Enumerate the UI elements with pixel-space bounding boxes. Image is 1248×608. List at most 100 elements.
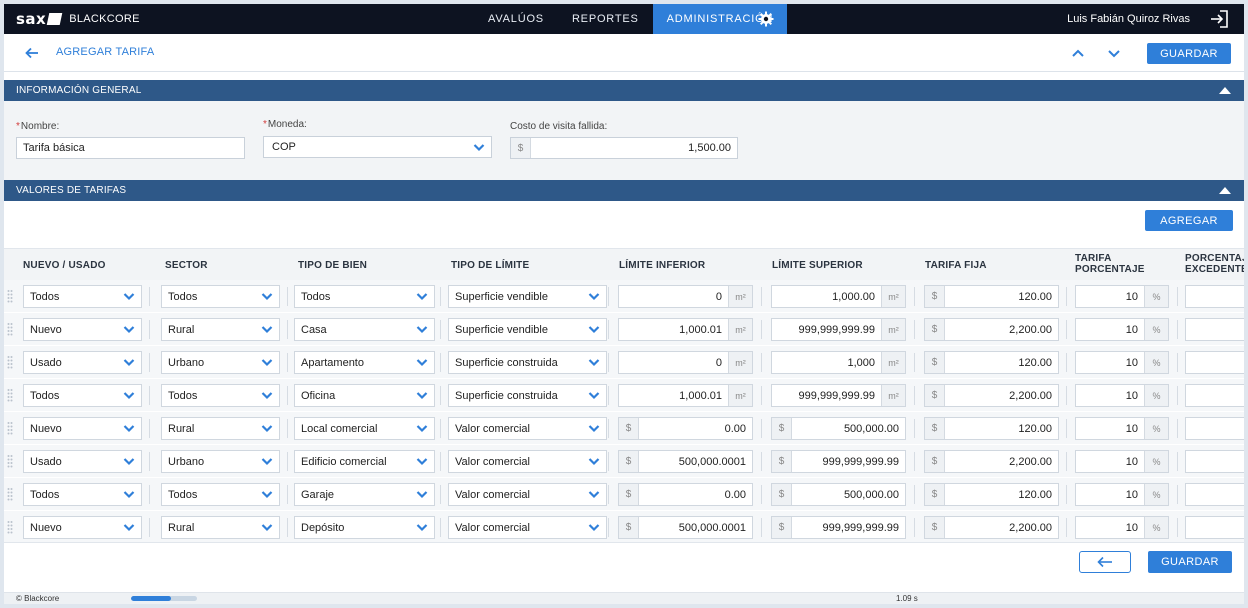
- chevron-down-icon[interactable]: [1106, 45, 1122, 61]
- tarifa-porcentaje-input[interactable]: 10%: [1075, 450, 1169, 473]
- tipo-limite-select[interactable]: Superficie construida: [448, 384, 607, 407]
- estado-select[interactable]: Todos: [23, 483, 142, 506]
- limite-inferior-input[interactable]: $500,000.0001: [618, 516, 753, 539]
- col-limite-inferior[interactable]: LÍMITE INFERIOR: [619, 260, 705, 271]
- tipo-bien-select[interactable]: Edificio comercial: [294, 450, 435, 473]
- costo-input[interactable]: $ 1,500.00: [510, 137, 738, 159]
- limite-inferior-input[interactable]: 1,000.01 m²: [618, 318, 753, 341]
- porcentaje-excedente-input[interactable]: [1185, 417, 1244, 440]
- tarifa-fija-input[interactable]: $2,200.00: [924, 516, 1059, 539]
- estado-select[interactable]: Nuevo: [23, 318, 142, 341]
- col-tipo-bien[interactable]: TIPO DE BIEN: [298, 260, 367, 271]
- save-button-top[interactable]: GUARDAR: [1147, 43, 1231, 64]
- tipo-limite-select[interactable]: Valor comercial: [448, 516, 607, 539]
- tarifa-porcentaje-input[interactable]: 10%: [1075, 351, 1169, 374]
- tarifa-fija-input[interactable]: $120.00: [924, 417, 1059, 440]
- drag-handle-icon[interactable]: [7, 487, 13, 501]
- tarifa-porcentaje-input[interactable]: 10%: [1075, 417, 1169, 440]
- tipo-bien-select[interactable]: Todos: [294, 285, 435, 308]
- drag-handle-icon[interactable]: [7, 421, 13, 435]
- nav-item-reportes[interactable]: REPORTES: [558, 4, 653, 34]
- brand[interactable]: sax BLACKCORE: [16, 4, 140, 34]
- save-button-bottom[interactable]: GUARDAR: [1148, 551, 1232, 573]
- estado-select[interactable]: Usado: [23, 351, 142, 374]
- tipo-bien-select[interactable]: Oficina: [294, 384, 435, 407]
- tarifa-fija-input[interactable]: $2,200.00: [924, 318, 1059, 341]
- drag-handle-icon[interactable]: [7, 355, 13, 369]
- tipo-limite-select[interactable]: Valor comercial: [448, 450, 607, 473]
- estado-select[interactable]: Usado: [23, 450, 142, 473]
- col-nuevo-usado[interactable]: NUEVO / USADO: [23, 260, 106, 271]
- sector-select[interactable]: Todos: [161, 384, 280, 407]
- section-valores-header[interactable]: VALORES DE TARIFAS: [4, 180, 1244, 201]
- tarifa-porcentaje-input[interactable]: 10%: [1075, 318, 1169, 341]
- limite-superior-input[interactable]: 1,000.00 m²: [771, 285, 906, 308]
- collapse-icon[interactable]: [1218, 84, 1232, 96]
- nombre-input[interactable]: Tarifa básica: [16, 137, 245, 159]
- estado-select[interactable]: Nuevo: [23, 417, 142, 440]
- add-rate-button[interactable]: AGREGAR: [1145, 210, 1233, 231]
- limite-superior-input[interactable]: $999,999,999.99: [771, 516, 906, 539]
- gear-icon[interactable]: [756, 9, 776, 29]
- user-name[interactable]: Luis Fabián Quiroz Rivas: [1067, 4, 1190, 34]
- tipo-limite-select[interactable]: Valor comercial: [448, 483, 607, 506]
- tipo-bien-select[interactable]: Apartamento: [294, 351, 435, 374]
- limite-superior-input[interactable]: $999,999,999.99: [771, 450, 906, 473]
- tipo-bien-select[interactable]: Casa: [294, 318, 435, 341]
- col-tarifa-porcentaje[interactable]: TARIFA PORCENTAJE: [1075, 253, 1145, 275]
- col-porcentaje-excedente[interactable]: PORCENTAJE EXCEDENTE: [1185, 253, 1244, 275]
- moneda-select[interactable]: COP: [263, 136, 492, 158]
- drag-handle-icon[interactable]: [7, 289, 13, 303]
- limite-superior-input[interactable]: $500,000.00: [771, 483, 906, 506]
- tarifa-porcentaje-input[interactable]: 10%: [1075, 384, 1169, 407]
- drag-handle-icon[interactable]: [7, 388, 13, 402]
- sector-select[interactable]: Urbano: [161, 351, 280, 374]
- tipo-limite-select[interactable]: Valor comercial: [448, 417, 607, 440]
- porcentaje-excedente-input[interactable]: [1185, 483, 1244, 506]
- col-sector[interactable]: SECTOR: [165, 260, 208, 271]
- sector-select[interactable]: Urbano: [161, 450, 280, 473]
- porcentaje-excedente-input[interactable]: [1185, 516, 1244, 539]
- limite-superior-input[interactable]: 1,000 m²: [771, 351, 906, 374]
- back-button[interactable]: [1079, 551, 1131, 573]
- sector-select[interactable]: Todos: [161, 483, 280, 506]
- tarifa-porcentaje-input[interactable]: 10%: [1075, 483, 1169, 506]
- estado-select[interactable]: Todos: [23, 384, 142, 407]
- tipo-bien-select[interactable]: Local comercial: [294, 417, 435, 440]
- drag-handle-icon[interactable]: [7, 520, 13, 534]
- sector-select[interactable]: Rural: [161, 417, 280, 440]
- logout-icon[interactable]: [1208, 8, 1230, 30]
- limite-inferior-input[interactable]: 0 m²: [618, 351, 753, 374]
- tarifa-fija-input[interactable]: $120.00: [924, 351, 1059, 374]
- drag-handle-icon[interactable]: [7, 454, 13, 468]
- tarifa-fija-input[interactable]: $2,200.00: [924, 384, 1059, 407]
- porcentaje-excedente-input[interactable]: [1185, 318, 1244, 341]
- tipo-bien-select[interactable]: Garaje: [294, 483, 435, 506]
- section-general-header[interactable]: INFORMACIÓN GENERAL: [4, 80, 1244, 101]
- drag-handle-icon[interactable]: [7, 322, 13, 336]
- tipo-limite-select[interactable]: Superficie vendible: [448, 285, 607, 308]
- limite-inferior-input[interactable]: 1,000.01 m²: [618, 384, 753, 407]
- limite-inferior-input[interactable]: $500,000.0001: [618, 450, 753, 473]
- tarifa-fija-input[interactable]: $120.00: [924, 483, 1059, 506]
- tarifa-porcentaje-input[interactable]: 10%: [1075, 516, 1169, 539]
- limite-inferior-input[interactable]: $0.00: [618, 483, 753, 506]
- tipo-limite-select[interactable]: Superficie construida: [448, 351, 607, 374]
- limite-superior-input[interactable]: 999,999,999.99 m²: [771, 318, 906, 341]
- back-arrow-icon[interactable]: [24, 45, 40, 61]
- limite-inferior-input[interactable]: $0.00: [618, 417, 753, 440]
- col-tarifa-fija[interactable]: TARIFA FIJA: [925, 260, 987, 271]
- porcentaje-excedente-input[interactable]: [1185, 384, 1244, 407]
- tipo-bien-select[interactable]: Depósito: [294, 516, 435, 539]
- sector-select[interactable]: Todos: [161, 285, 280, 308]
- sector-select[interactable]: Rural: [161, 516, 280, 539]
- tarifa-fija-input[interactable]: $120.00: [924, 285, 1059, 308]
- chevron-up-icon[interactable]: [1070, 45, 1086, 61]
- sector-select[interactable]: Rural: [161, 318, 280, 341]
- limite-superior-input[interactable]: $500,000.00: [771, 417, 906, 440]
- col-tipo-limite[interactable]: TIPO DE LÍMITE: [451, 260, 529, 271]
- nav-item-avaluos[interactable]: AVALÚOS: [474, 4, 558, 34]
- limite-inferior-input[interactable]: 0 m²: [618, 285, 753, 308]
- estado-select[interactable]: Nuevo: [23, 516, 142, 539]
- tarifa-fija-input[interactable]: $2,200.00: [924, 450, 1059, 473]
